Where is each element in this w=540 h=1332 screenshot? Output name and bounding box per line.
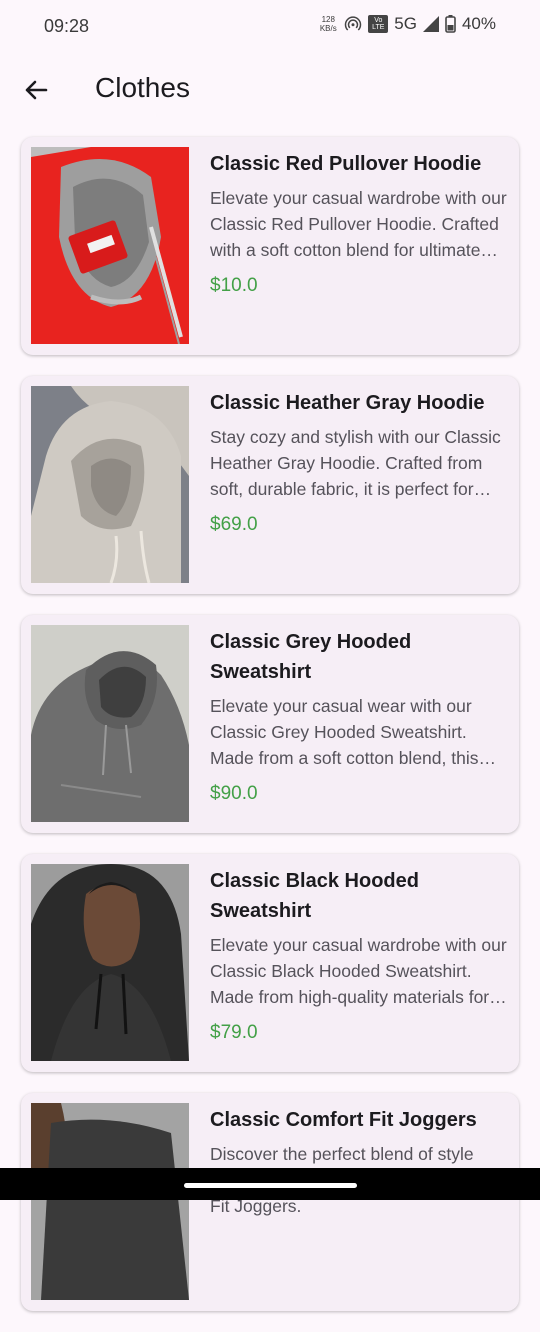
- product-name: Classic Black Hooded Sweatshirt: [210, 870, 419, 922]
- product-name: Classic Heather Gray Hoodie: [210, 392, 485, 414]
- status-icons: 128 KB/s Vo LTE 5G 40%: [318, 14, 496, 34]
- app-bar: Clothes: [0, 60, 540, 120]
- network-speed-value: 128: [321, 15, 335, 24]
- product-name: Classic Comfort Fit Joggers: [210, 1109, 477, 1131]
- volte-bottom: LTE: [372, 24, 385, 31]
- product-price: $79.0: [210, 1022, 258, 1043]
- product-card[interactable]: Classic Grey Hooded Sweatshirt Elevate y…: [21, 615, 519, 833]
- product-name: Classic Grey Hooded Sweatshirt: [210, 631, 412, 683]
- signal-icon: [422, 16, 439, 32]
- status-bar: 09:28 128 KB/s Vo LTE 5G 40%: [0, 0, 540, 54]
- battery-icon: [445, 15, 456, 33]
- battery-percent: 40%: [461, 14, 496, 33]
- status-time: 09:28: [44, 16, 90, 36]
- grey-sweatshirt-photo: [31, 625, 189, 822]
- network-speed: 128 KB/s: [318, 15, 338, 33]
- hotspot-icon: [345, 16, 362, 31]
- gray-hoodie-photo: [31, 386, 189, 583]
- network-speed-unit: KB/s: [319, 24, 337, 33]
- product-card[interactable]: Classic Red Pullover Hoodie Elevate your…: [21, 137, 519, 355]
- product-info: Classic Grey Hooded Sweatshirt Elevate y…: [210, 627, 507, 805]
- product-description: Elevate your casual wardrobe with our Cl…: [210, 935, 507, 1007]
- product-list[interactable]: Classic Red Pullover Hoodie Elevate your…: [21, 137, 519, 1332]
- product-description: Elevate your casual wear with our Classi…: [210, 696, 479, 768]
- black-sweatshirt-photo: [31, 864, 189, 1061]
- network-type: 5G: [394, 14, 417, 33]
- product-price: $90.0: [210, 783, 258, 804]
- product-info: Classic Red Pullover Hoodie Elevate your…: [210, 149, 507, 297]
- product-info: Classic Black Hooded Sweatshirt Elevate …: [210, 866, 507, 1044]
- gesture-handle[interactable]: [184, 1183, 357, 1188]
- back-button[interactable]: [20, 74, 52, 106]
- joggers-photo: [31, 1103, 189, 1300]
- product-description: Elevate your casual wardrobe with our Cl…: [210, 188, 507, 260]
- product-price: $10.0: [210, 275, 258, 296]
- product-card[interactable]: Classic Heather Gray Hoodie Stay cozy an…: [21, 376, 519, 594]
- product-name: Classic Red Pullover Hoodie: [210, 153, 482, 175]
- product-card[interactable]: Classic Comfort Fit Joggers Discover the…: [21, 1093, 519, 1311]
- arrow-left-icon: [25, 80, 48, 100]
- product-price: $69.0: [210, 514, 258, 535]
- product-info: Classic Heather Gray Hoodie Stay cozy an…: [210, 388, 507, 536]
- page-title: Clothes: [95, 72, 190, 103]
- product-description: Stay cozy and stylish with our Classic H…: [210, 427, 501, 499]
- product-card[interactable]: Classic Black Hooded Sweatshirt Elevate …: [21, 854, 519, 1072]
- navigation-bar: [0, 1168, 540, 1200]
- red-hoodie-photo: [31, 147, 189, 344]
- volte-top: Vo: [374, 17, 383, 24]
- volte-icon: Vo LTE: [368, 15, 389, 33]
